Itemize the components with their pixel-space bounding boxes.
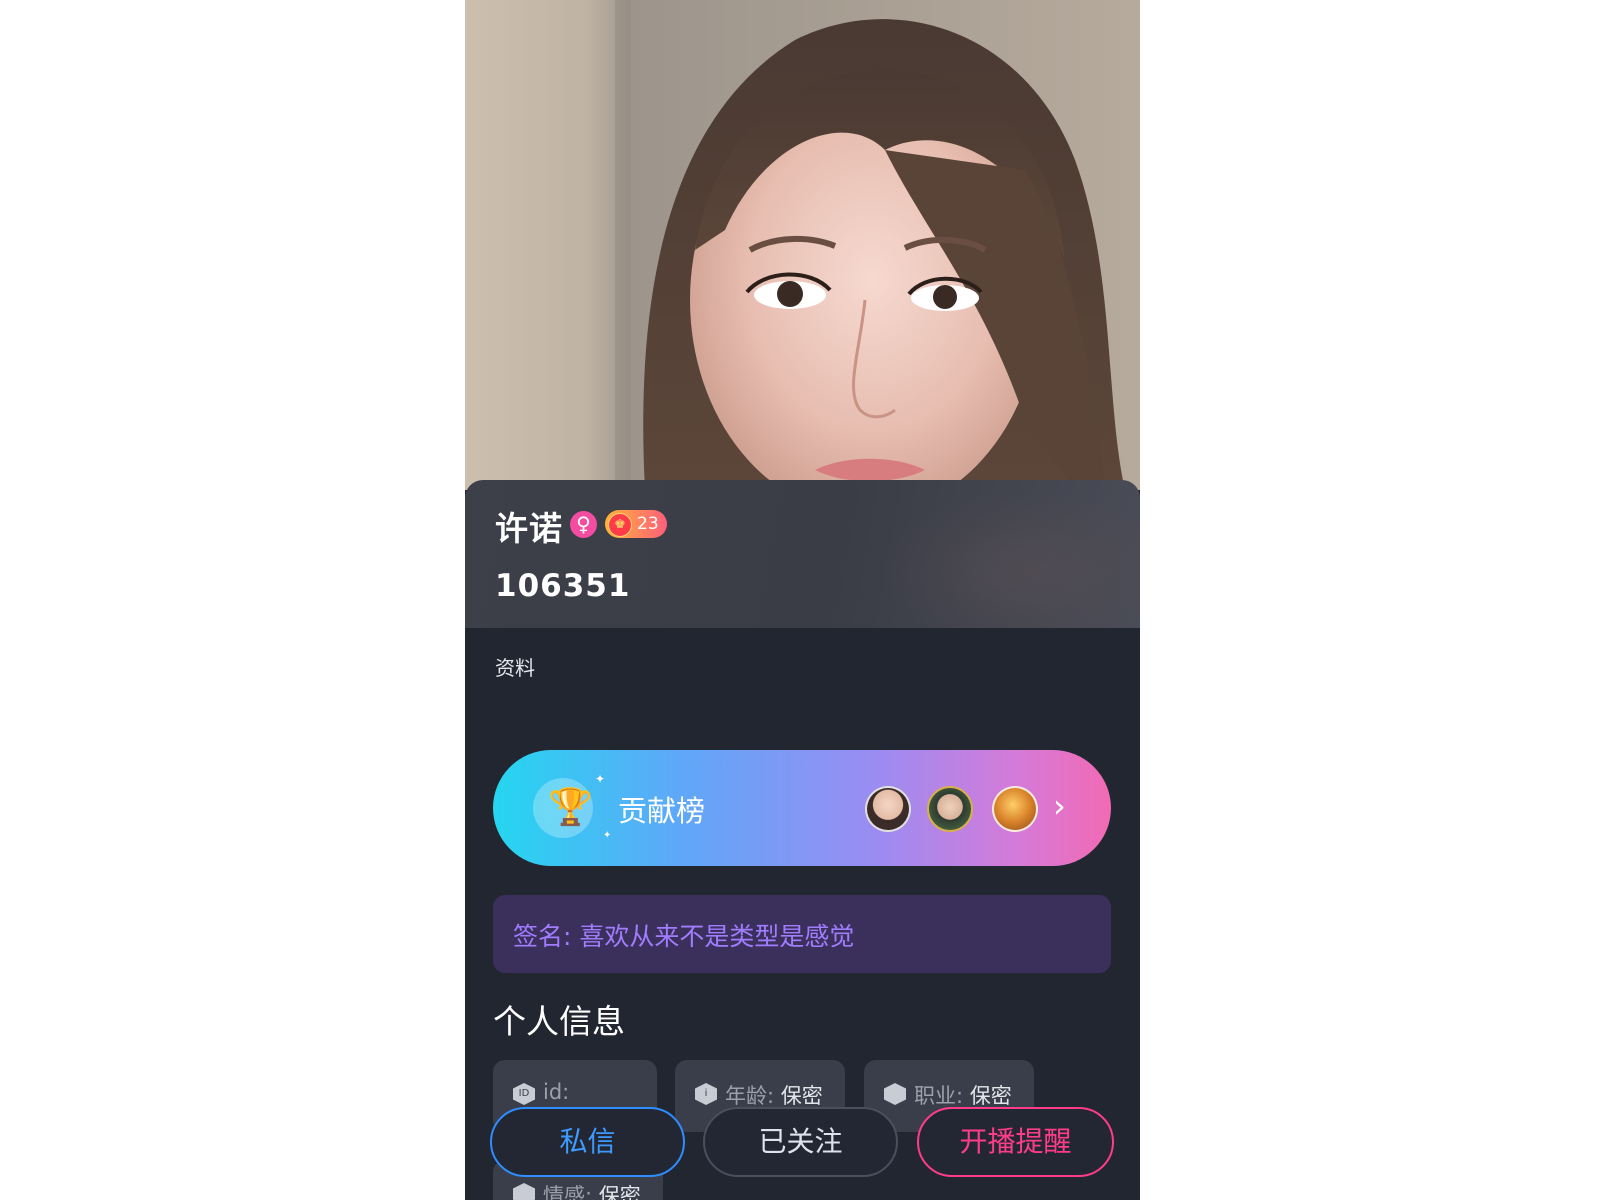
chevron-right-icon: › [1053, 787, 1066, 825]
profile-photo[interactable] [465, 0, 1140, 490]
profile-header-card: 许诺 ♀ ♚ 23 106351 [465, 480, 1140, 628]
cube-icon [884, 1083, 906, 1105]
live-reminder-button[interactable]: 开播提醒 [917, 1107, 1114, 1177]
signature-text: 签名: 喜欢从来不是类型是感觉 [513, 922, 855, 951]
contributor-avatar[interactable] [992, 786, 1038, 832]
header-decoration [880, 490, 1140, 628]
chip-label: 职业: [914, 1084, 964, 1108]
user-name: 许诺 [495, 509, 563, 548]
sparkle-icon: ✦ [603, 830, 612, 841]
id-icon: ID [513, 1083, 535, 1105]
level-value: 23 [637, 514, 659, 534]
female-icon: ♀ [570, 511, 597, 538]
contribution-leaderboard-button[interactable]: 🏆 ✦ ✦ 贡献榜 › [493, 750, 1111, 866]
contributor-avatar[interactable] [927, 786, 973, 832]
chip-label: 情感: [543, 1184, 593, 1200]
level-badge: ♚ 23 [605, 510, 667, 538]
contributor-avatar[interactable] [865, 786, 911, 832]
tag-row: 资料 [495, 656, 535, 680]
chip-value: 保密 [598, 1184, 641, 1200]
cube-icon [513, 1183, 535, 1200]
personal-info-title: 个人信息 [493, 1002, 625, 1041]
chip-label: id: [543, 1080, 570, 1104]
message-button[interactable]: 私信 [490, 1107, 685, 1177]
info-icon: i [695, 1083, 717, 1105]
user-id: 106351 [495, 568, 631, 604]
follow-button[interactable]: 已关注 [703, 1107, 898, 1177]
trophy-icon: 🏆 [548, 787, 593, 828]
chip-label: 年龄: [725, 1084, 775, 1108]
chip-value: 保密 [780, 1084, 823, 1108]
crown-icon: ♚ [608, 513, 632, 537]
sparkle-icon: ✦ [595, 772, 606, 786]
signature-box: 签名: 喜欢从来不是类型是感觉 [493, 895, 1111, 973]
profile-screen: 许诺 ♀ ♚ 23 106351 资料 🏆 ✦ ✦ 贡献榜 › 签名: 喜欢从来… [465, 0, 1140, 1200]
chip-value: 保密 [969, 1084, 1012, 1108]
contribution-label: 贡献榜 [618, 794, 706, 828]
